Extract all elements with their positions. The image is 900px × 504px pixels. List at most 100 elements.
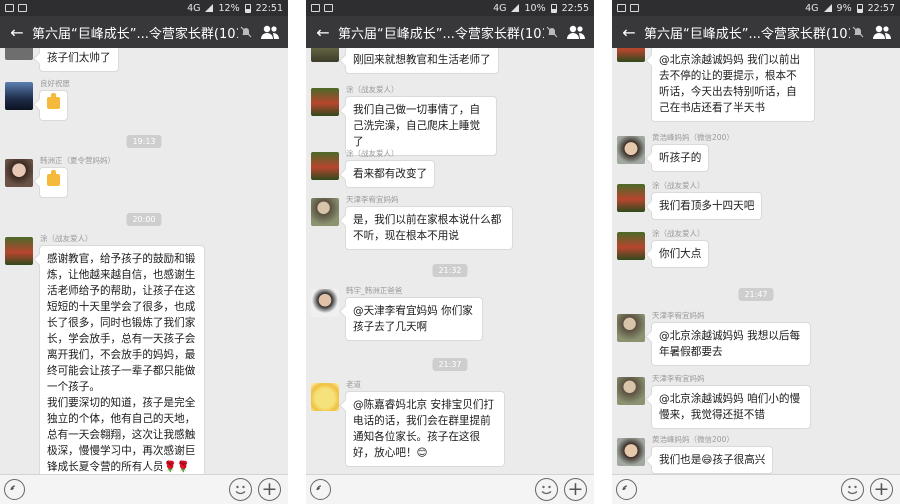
message-bubble[interactable]: [39, 90, 68, 121]
message-bubble[interactable]: 你们大点: [651, 240, 710, 268]
network-type: 4G: [805, 2, 819, 14]
mute-bell-icon: [238, 24, 254, 40]
signal-icon: [511, 4, 520, 12]
timestamp: 19:13: [126, 135, 162, 148]
voice-input-icon[interactable]: [4, 479, 25, 500]
avatar[interactable]: [617, 377, 645, 405]
back-arrow-icon[interactable]: ←: [6, 23, 28, 42]
sender-name: 黄浩峰妈妈（微信200）: [652, 435, 734, 444]
more-plus-icon[interactable]: +: [564, 478, 587, 501]
voice-input-icon[interactable]: [616, 479, 637, 500]
status-bar: 4G 9% 22:57: [612, 0, 900, 16]
message-bubble[interactable]: 是，我们以前在家根本说什么都不听，现在根本不用说: [345, 206, 513, 250]
avatar[interactable]: [311, 88, 339, 116]
message-list[interactable]: 刚回来就想教官和生活老师了 涂（战友爱人） 我们自己做一切事情了，自己洗完澡，自…: [306, 48, 594, 474]
mute-bell-icon: [544, 24, 560, 40]
message-bubble[interactable]: @北京涂越诚妈妈 我想以后每年暑假都要去: [651, 322, 811, 366]
voice-input-icon[interactable]: [310, 479, 331, 500]
signal-icon: [823, 4, 832, 12]
avatar[interactable]: [617, 232, 645, 260]
timestamp: 20:00: [126, 213, 162, 226]
message-bubble[interactable]: [39, 167, 68, 198]
notification-icon: [18, 4, 27, 12]
message-bubble[interactable]: @陈嘉睿妈北京 安排宝贝们打电话的话，我们会在群里提前通知各位家长。孩子在这很好…: [345, 391, 505, 467]
back-arrow-icon[interactable]: ←: [312, 23, 334, 42]
sender-name: 天津李宥宜妈妈: [652, 311, 705, 320]
notification-icon: [617, 4, 626, 12]
input-bar: +: [306, 474, 594, 504]
message-bubble[interactable]: 我们自己做一切事情了，自己洗完澡，自己爬床上睡觉了: [345, 96, 497, 156]
chat-title: 第六届“巨峰成长”...令营家长群(101): [644, 26, 850, 42]
clock: 22:57: [867, 2, 895, 14]
notification-icon: [324, 4, 333, 12]
sender-name: 涂（战友爱人）: [346, 85, 399, 94]
thumbs-up-icon: [47, 93, 60, 109]
message-bubble[interactable]: 孩子们太帅了: [39, 48, 119, 72]
sender-name: 涂（战友爱人）: [652, 181, 705, 190]
back-arrow-icon[interactable]: ←: [618, 23, 640, 42]
more-plus-icon[interactable]: +: [258, 478, 281, 501]
message-bubble[interactable]: @北京涂越诚妈妈 我们以前出去不停的让的要提示，根本不听话，今天出去特别听话，自…: [651, 48, 815, 122]
avatar[interactable]: [617, 136, 645, 164]
input-bar: +: [0, 474, 288, 504]
message-bubble[interactable]: 我们看顶多十四天吧: [651, 192, 763, 220]
message-list[interactable]: 孩子们太帅了 良好祝愿 19:13 韩洲正（夏令营妈妈） 20:00 涂（战友爱…: [0, 48, 288, 474]
battery-percent: 9%: [836, 2, 852, 14]
battery-icon: [856, 3, 863, 13]
status-bar: 4G 10% 22:55: [306, 0, 594, 16]
avatar[interactable]: [617, 438, 645, 466]
network-type: 4G: [493, 2, 507, 14]
avatar[interactable]: [5, 82, 33, 110]
message-list[interactable]: @北京涂越诚妈妈 我们以前出去不停的让的要提示，根本不听话，今天出去特别听话，自…: [612, 48, 900, 474]
more-plus-icon[interactable]: +: [870, 478, 893, 501]
avatar[interactable]: [617, 184, 645, 212]
emoji-icon[interactable]: [229, 478, 252, 501]
group-members-icon[interactable]: [870, 22, 894, 42]
avatar[interactable]: [311, 152, 339, 180]
chat-screen-3: 4G 9% 22:57 ← 第六届“巨峰成长”...令营家长群(101) @北京…: [612, 0, 900, 504]
avatar[interactable]: [617, 48, 645, 62]
battery-percent: 12%: [218, 2, 240, 14]
group-members-icon[interactable]: [564, 22, 588, 42]
emoji-icon[interactable]: [841, 478, 864, 501]
avatar[interactable]: [5, 159, 33, 187]
avatar[interactable]: [311, 198, 339, 226]
avatar[interactable]: [311, 383, 339, 411]
clock: 22:55: [561, 2, 589, 14]
message-bubble[interactable]: 感谢教官，给予孩子的鼓励和锻炼，让他越来越自信，也感谢生活老师给予的帮助，让孩子…: [39, 245, 205, 474]
battery-icon: [550, 3, 557, 13]
clock: 22:51: [255, 2, 283, 14]
message-bubble[interactable]: @天津李宥宜妈妈 你们家孩子去了几天啊: [345, 297, 483, 341]
message-bubble[interactable]: 看来都有改变了: [345, 160, 436, 188]
avatar[interactable]: [311, 48, 339, 62]
avatar[interactable]: [617, 314, 645, 342]
chat-title: 第六届“巨峰成长”...令营家长群(101): [338, 26, 544, 42]
avatar[interactable]: [5, 237, 33, 265]
status-bar: 4G 12% 22:51: [0, 0, 288, 16]
message-bubble[interactable]: 听孩子的: [651, 144, 710, 172]
title-bar: ← 第六届“巨峰成长”...令营家长群(101): [306, 16, 594, 48]
signal-icon: [205, 4, 214, 12]
input-bar: +: [612, 474, 900, 504]
message-bubble[interactable]: @北京涂越诚妈妈 咱们小的慢慢来，我觉得还挺不错: [651, 385, 811, 429]
notification-icon: [311, 4, 320, 12]
sender-name: 韩宇_韩洲正爸爸: [346, 286, 403, 295]
sender-name: 韩洲正（夏令营妈妈）: [40, 156, 115, 165]
group-members-icon[interactable]: [258, 22, 282, 42]
thumbs-up-icon: [47, 170, 60, 186]
notification-icon: [5, 4, 14, 12]
message-bubble[interactable]: 刚回来就想教官和生活老师了: [345, 48, 499, 74]
emoji-icon[interactable]: [535, 478, 558, 501]
chat-title: 第六届“巨峰成长”...令营家长群(101): [32, 26, 238, 42]
sender-name: 黄浩峰妈妈（微信200）: [652, 133, 734, 142]
battery-percent: 10%: [524, 2, 546, 14]
title-bar: ← 第六届“巨峰成长”...令营家长群(101): [612, 16, 900, 48]
timestamp: 21:47: [738, 288, 774, 301]
avatar[interactable]: [311, 289, 339, 317]
avatar[interactable]: [5, 48, 33, 60]
sender-name: 良好祝愿: [40, 79, 70, 88]
message-bubble[interactable]: 我们也是😄孩子很高兴: [651, 446, 774, 474]
mute-bell-icon: [850, 24, 866, 40]
sender-name: 涂（战友爱人）: [652, 229, 705, 238]
chat-screen-2: 4G 10% 22:55 ← 第六届“巨峰成长”...令营家长群(101) 刚回…: [306, 0, 594, 504]
